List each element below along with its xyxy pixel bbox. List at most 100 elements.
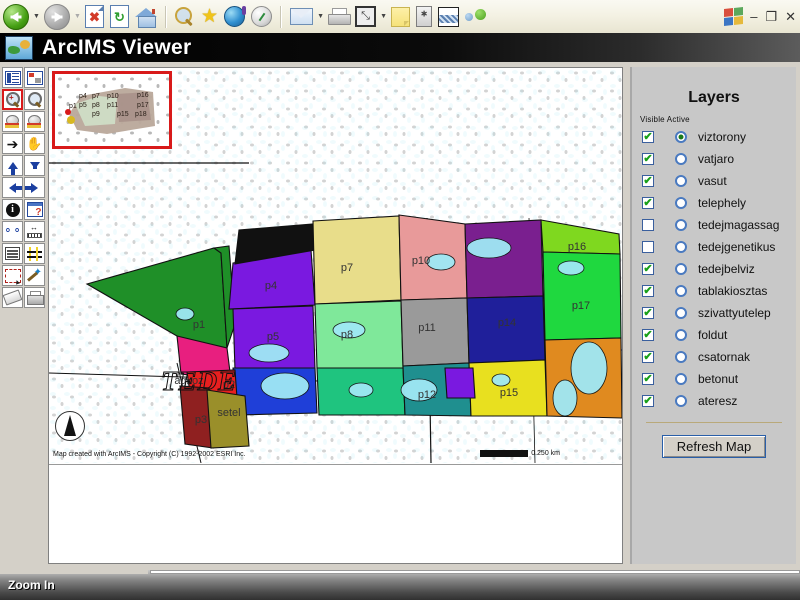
layer-visible-checkbox[interactable] (642, 219, 654, 231)
stop-button[interactable]: ✖ (82, 2, 107, 32)
close-button[interactable]: ✕ (781, 10, 800, 23)
layer-active-radio[interactable] (675, 131, 687, 143)
forward-dropdown-caret[interactable]: ▼ (73, 2, 82, 32)
layer-active-radio[interactable] (675, 241, 687, 253)
layer-row: tedejbelviz (632, 258, 796, 280)
print-map-tool[interactable] (24, 287, 45, 308)
overview-parcel-label: p18 (135, 111, 147, 118)
layer-visible-checkbox[interactable] (642, 175, 654, 187)
measure-tool[interactable]: ↔ (24, 221, 45, 242)
back-extent-tool[interactable]: ➔ (2, 133, 23, 154)
history-button[interactable] (248, 2, 275, 32)
notes-button[interactable] (388, 2, 413, 32)
zoom-out-tool[interactable] (24, 89, 45, 110)
identify-tool[interactable]: i (2, 199, 23, 220)
layer-visible-checkbox[interactable] (642, 373, 654, 385)
magic-wand-icon (27, 267, 42, 283)
star-favorites-icon: ★ (201, 6, 219, 27)
layer-visible-checkbox[interactable] (642, 307, 654, 319)
layer-visible-checkbox[interactable] (642, 285, 654, 297)
edit-design-icon (438, 6, 460, 27)
layer-visible-checkbox[interactable] (642, 329, 654, 341)
overview-map[interactable]: p1 p4 p5 p7 p8 p9 p10 p11 p15 p16 p17 p18 (52, 71, 172, 149)
parcel-label: p7 (341, 262, 353, 274)
zoom-in-tool[interactable]: + (2, 89, 23, 110)
layer-active-radio[interactable] (675, 395, 687, 407)
compass-history-icon (251, 6, 273, 27)
find-tool[interactable]: ⚬⚬ (2, 221, 23, 242)
mail-dropdown-caret[interactable]: ▼ (316, 2, 325, 32)
north-arrow-compass-icon (55, 411, 85, 441)
mail-button[interactable] (287, 2, 316, 32)
messenger-button[interactable] (462, 2, 489, 32)
select-box-tool[interactable] (2, 265, 23, 286)
fullscreen-dropdown-caret[interactable]: ▼ (379, 2, 388, 32)
layer-active-radio[interactable] (675, 175, 687, 187)
attribute-table-tool[interactable] (2, 243, 23, 264)
layer-row: vatjaro (632, 148, 796, 170)
layer-visible-checkbox[interactable] (642, 197, 654, 209)
refresh-button[interactable]: ↻ (107, 2, 132, 32)
favorites-button[interactable]: ★ (198, 2, 221, 32)
overview-parcel-label: p7 (92, 93, 100, 100)
layer-visible-checkbox[interactable] (642, 395, 654, 407)
pan-west-tool[interactable] (2, 177, 23, 198)
home-house-icon (135, 7, 157, 28)
layer-visible-checkbox[interactable] (642, 241, 654, 253)
layer-visible-checkbox[interactable] (642, 263, 654, 275)
minimize-button[interactable]: – (746, 10, 761, 23)
buffer-tool[interactable] (24, 243, 45, 264)
layer-visible-checkbox[interactable] (642, 351, 654, 363)
layer-row: vasut (632, 170, 796, 192)
parcel-label: p1 (193, 319, 205, 331)
design-button[interactable] (435, 2, 462, 32)
layer-active-radio[interactable] (675, 329, 687, 341)
media-button[interactable] (221, 2, 248, 32)
layer-active-radio[interactable] (675, 197, 687, 209)
handheld-device-icon (416, 6, 433, 27)
printer-icon (328, 8, 352, 25)
zoom-active-layer-tool[interactable] (24, 111, 45, 132)
layers-panel-title: Layers (688, 89, 740, 106)
layer-visible-checkbox[interactable] (642, 131, 654, 143)
toggle-legend-tool[interactable] (2, 67, 23, 88)
arrow-left-icon (9, 182, 22, 193)
scale-bar-label: 0.250 km (531, 450, 560, 457)
fullscreen-button[interactable] (352, 2, 379, 32)
toggle-overview-tool[interactable] (24, 67, 45, 88)
layer-active-radio[interactable] (675, 351, 687, 363)
query-tool[interactable]: ? (24, 199, 45, 220)
refresh-map-button[interactable]: Refresh Map (661, 435, 767, 458)
erase-tool[interactable] (2, 287, 23, 308)
restore-button[interactable]: ❐ (761, 10, 781, 23)
select-rectangle-icon (4, 268, 21, 283)
search-button[interactable] (172, 2, 198, 32)
print-button[interactable] (325, 2, 352, 32)
map-canvas[interactable]: p1 p4 p7 p5 p8 p2 p3 p10 p11 p12 p14 p15 p16 p17 agkoz… (49, 68, 622, 463)
arrow-down-icon (29, 162, 40, 169)
parcel-label: p8 (341, 329, 353, 341)
layer-active-radio[interactable] (675, 285, 687, 297)
layer-visible-checkbox[interactable] (642, 153, 654, 165)
layer-active-radio[interactable] (675, 153, 687, 165)
layer-row: foldut (632, 324, 796, 346)
device-button[interactable] (413, 2, 435, 32)
layer-active-radio[interactable] (675, 373, 687, 385)
layer-active-radio[interactable] (675, 263, 687, 275)
map-frame[interactable]: p1 p4 p7 p5 p8 p2 p3 p10 p11 p12 p14 p15 p16 p17 agkoz… (48, 67, 623, 564)
layer-active-radio[interactable] (675, 307, 687, 319)
scale-bar: 0.250 km (480, 450, 560, 457)
home-button[interactable] (132, 2, 160, 32)
back-dropdown-caret[interactable]: ▼ (32, 2, 41, 32)
pan-tool[interactable]: ✋ (24, 133, 45, 154)
layer-active-radio[interactable] (675, 219, 687, 231)
pan-south-tool[interactable] (24, 155, 45, 176)
pan-east-tool[interactable] (24, 177, 45, 198)
zoom-full-extent-tool[interactable] (2, 111, 23, 132)
forward-button[interactable] (41, 2, 73, 32)
back-button[interactable] (0, 2, 32, 32)
scale-bar-graphic (480, 450, 529, 457)
pan-north-tool[interactable] (2, 155, 23, 176)
clear-selection-tool[interactable] (24, 265, 45, 286)
layer-name-label: tablakiosztas (698, 284, 768, 298)
